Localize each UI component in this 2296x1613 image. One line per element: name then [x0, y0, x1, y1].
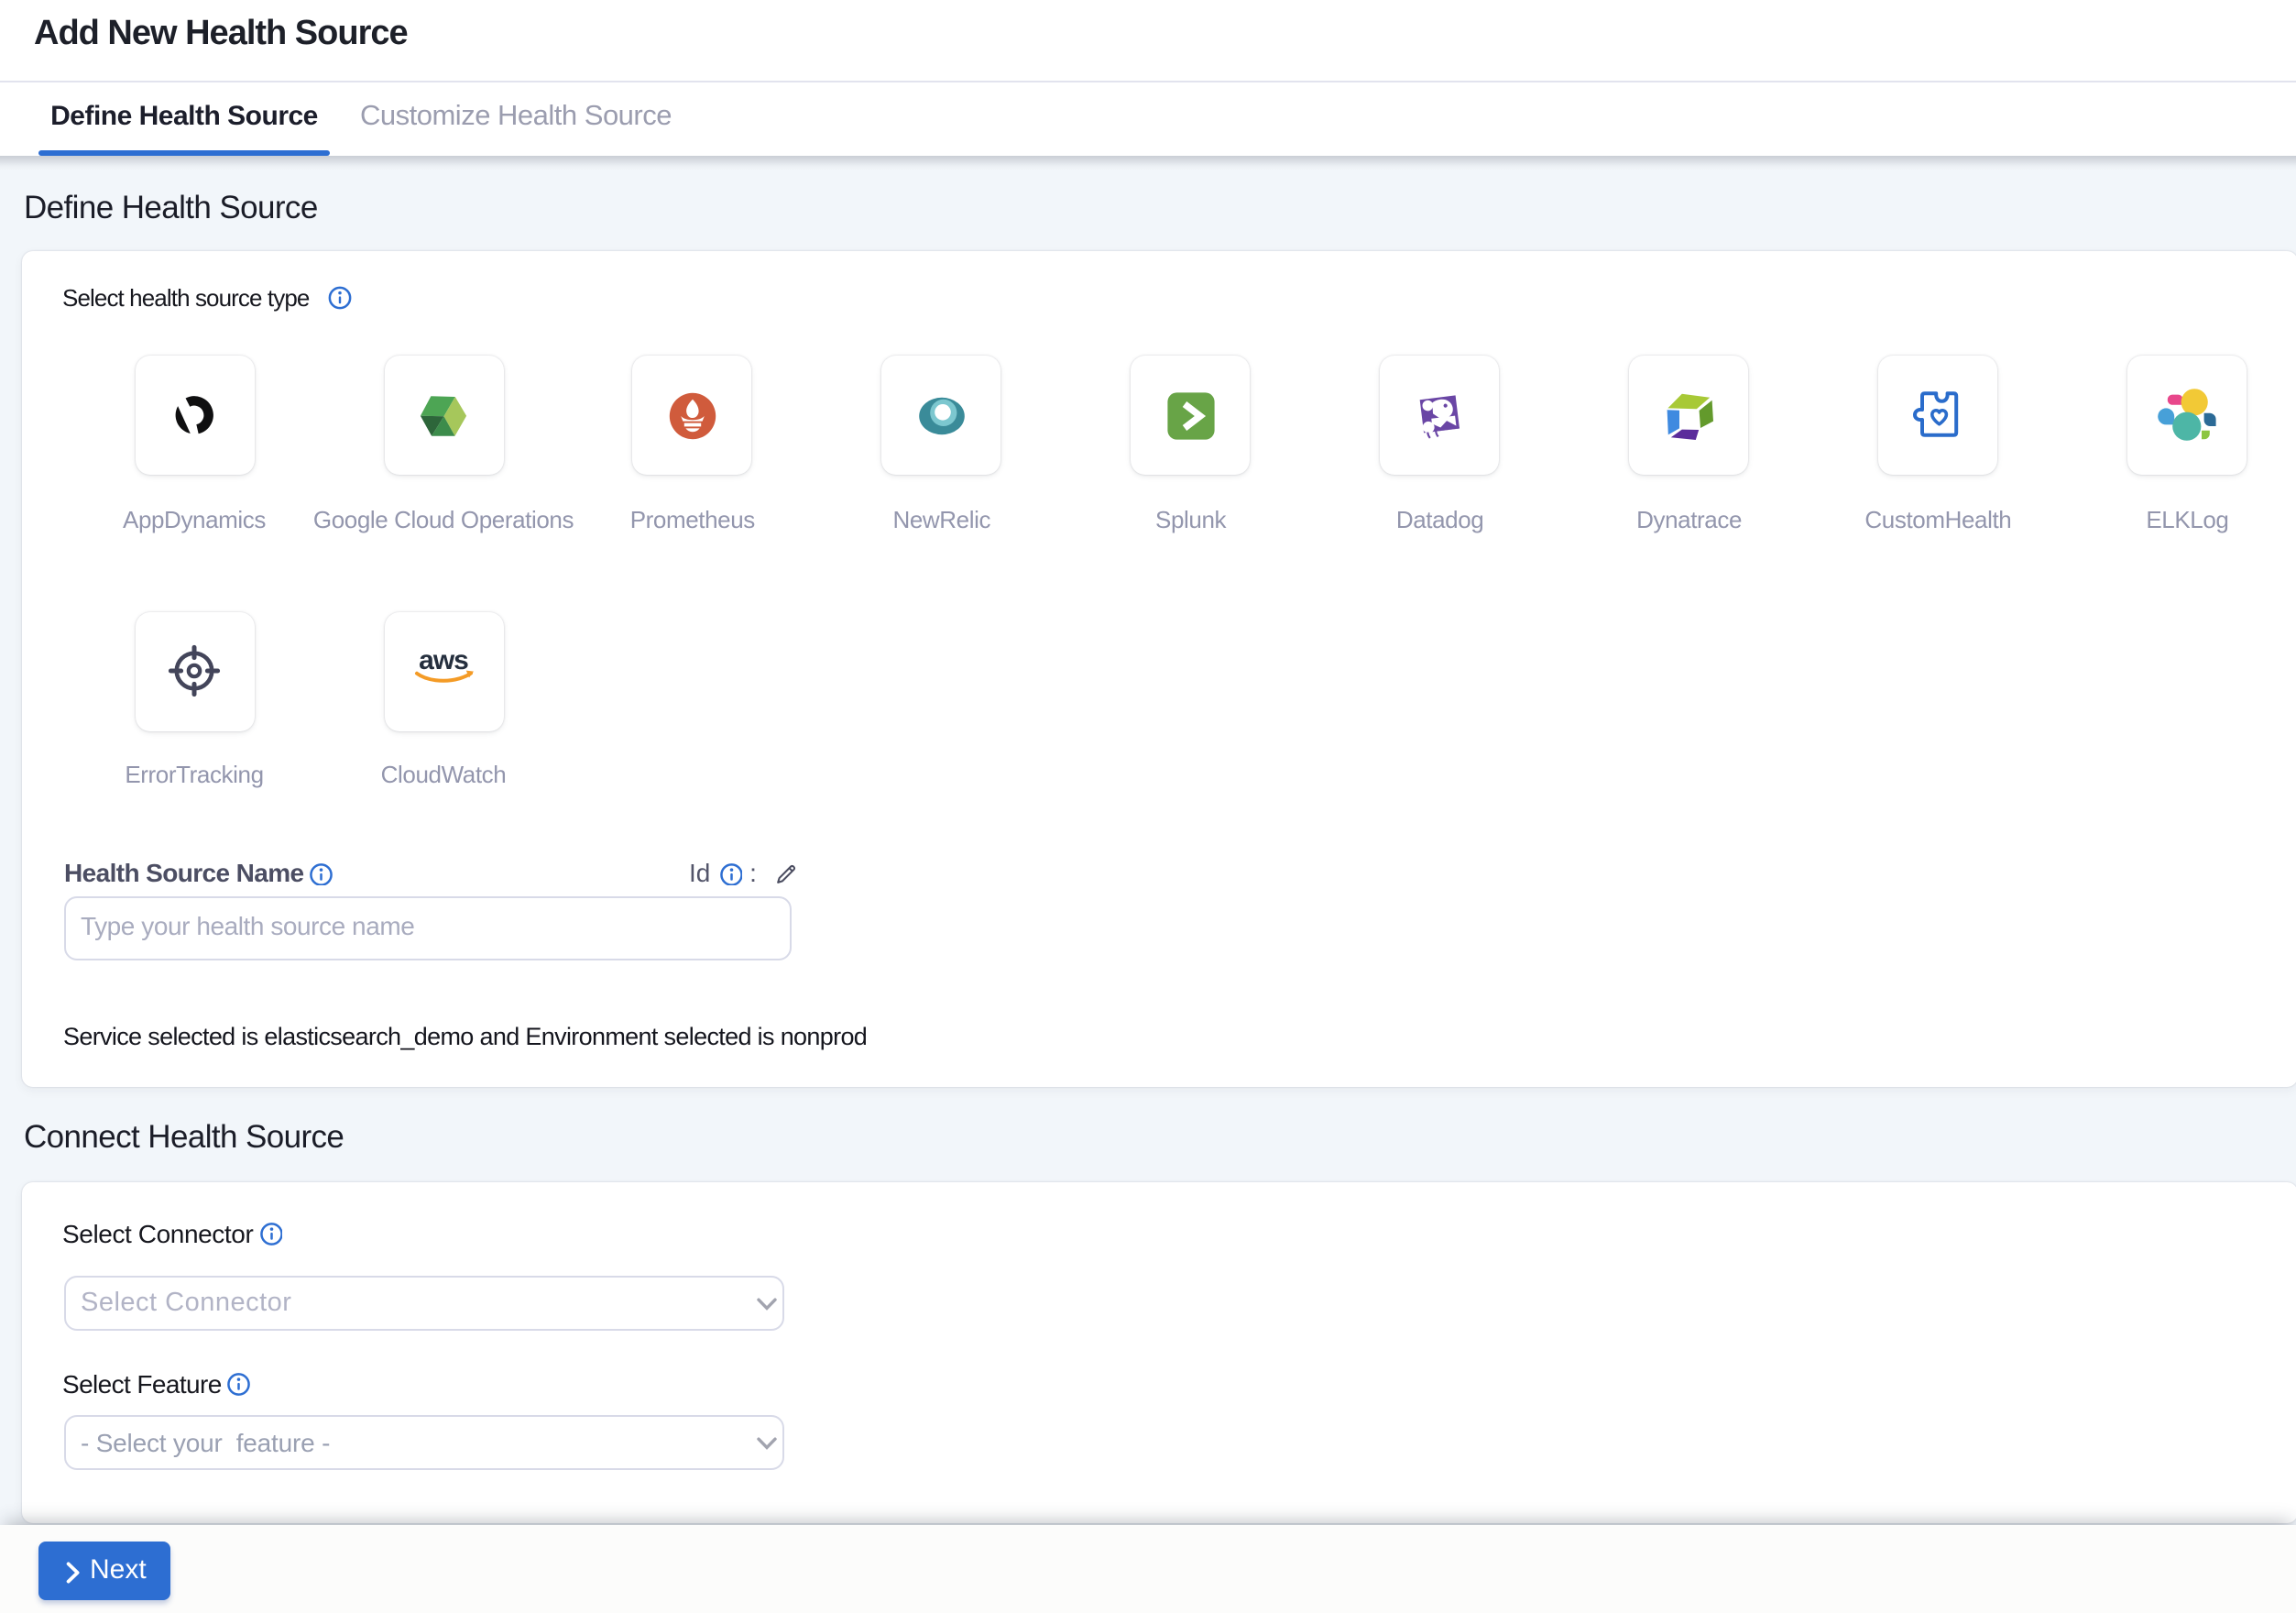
svg-text:aws: aws — [419, 645, 468, 675]
